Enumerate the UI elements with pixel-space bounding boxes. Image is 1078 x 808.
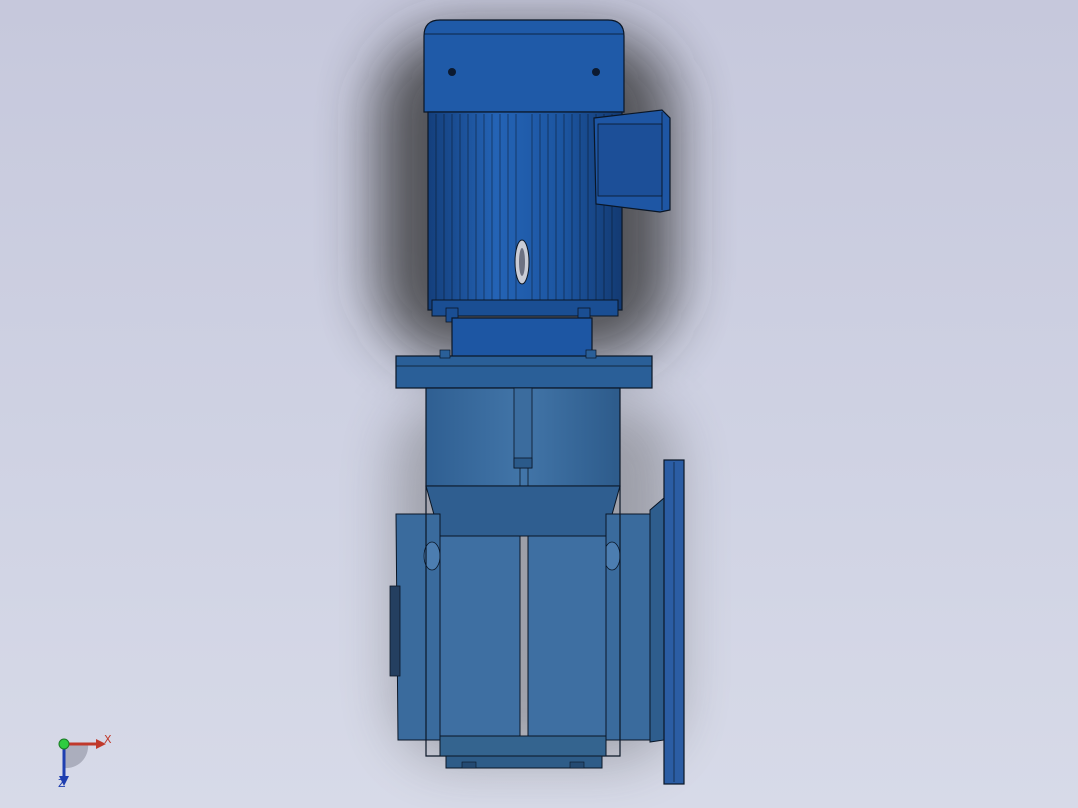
bolt-hole-right [592,68,600,76]
y-axis-dot [58,738,70,750]
output-flange[interactable] [649,459,685,785]
orientation-triad[interactable]: X Z [40,724,130,800]
3d-viewport[interactable]: X Z [0,0,1078,808]
gear-motor-model[interactable] [0,0,1078,808]
z-axis-label: Z [58,777,66,790]
x-axis-label: X [104,733,112,746]
gearbox-housing[interactable] [389,387,651,769]
motor-fan-cover[interactable] [423,19,625,113]
terminal-box[interactable] [593,109,671,213]
triad-axes [58,738,106,786]
left-shaft-cover [389,585,401,677]
motor-body[interactable] [427,111,623,323]
bolt-hole-left [448,68,456,76]
